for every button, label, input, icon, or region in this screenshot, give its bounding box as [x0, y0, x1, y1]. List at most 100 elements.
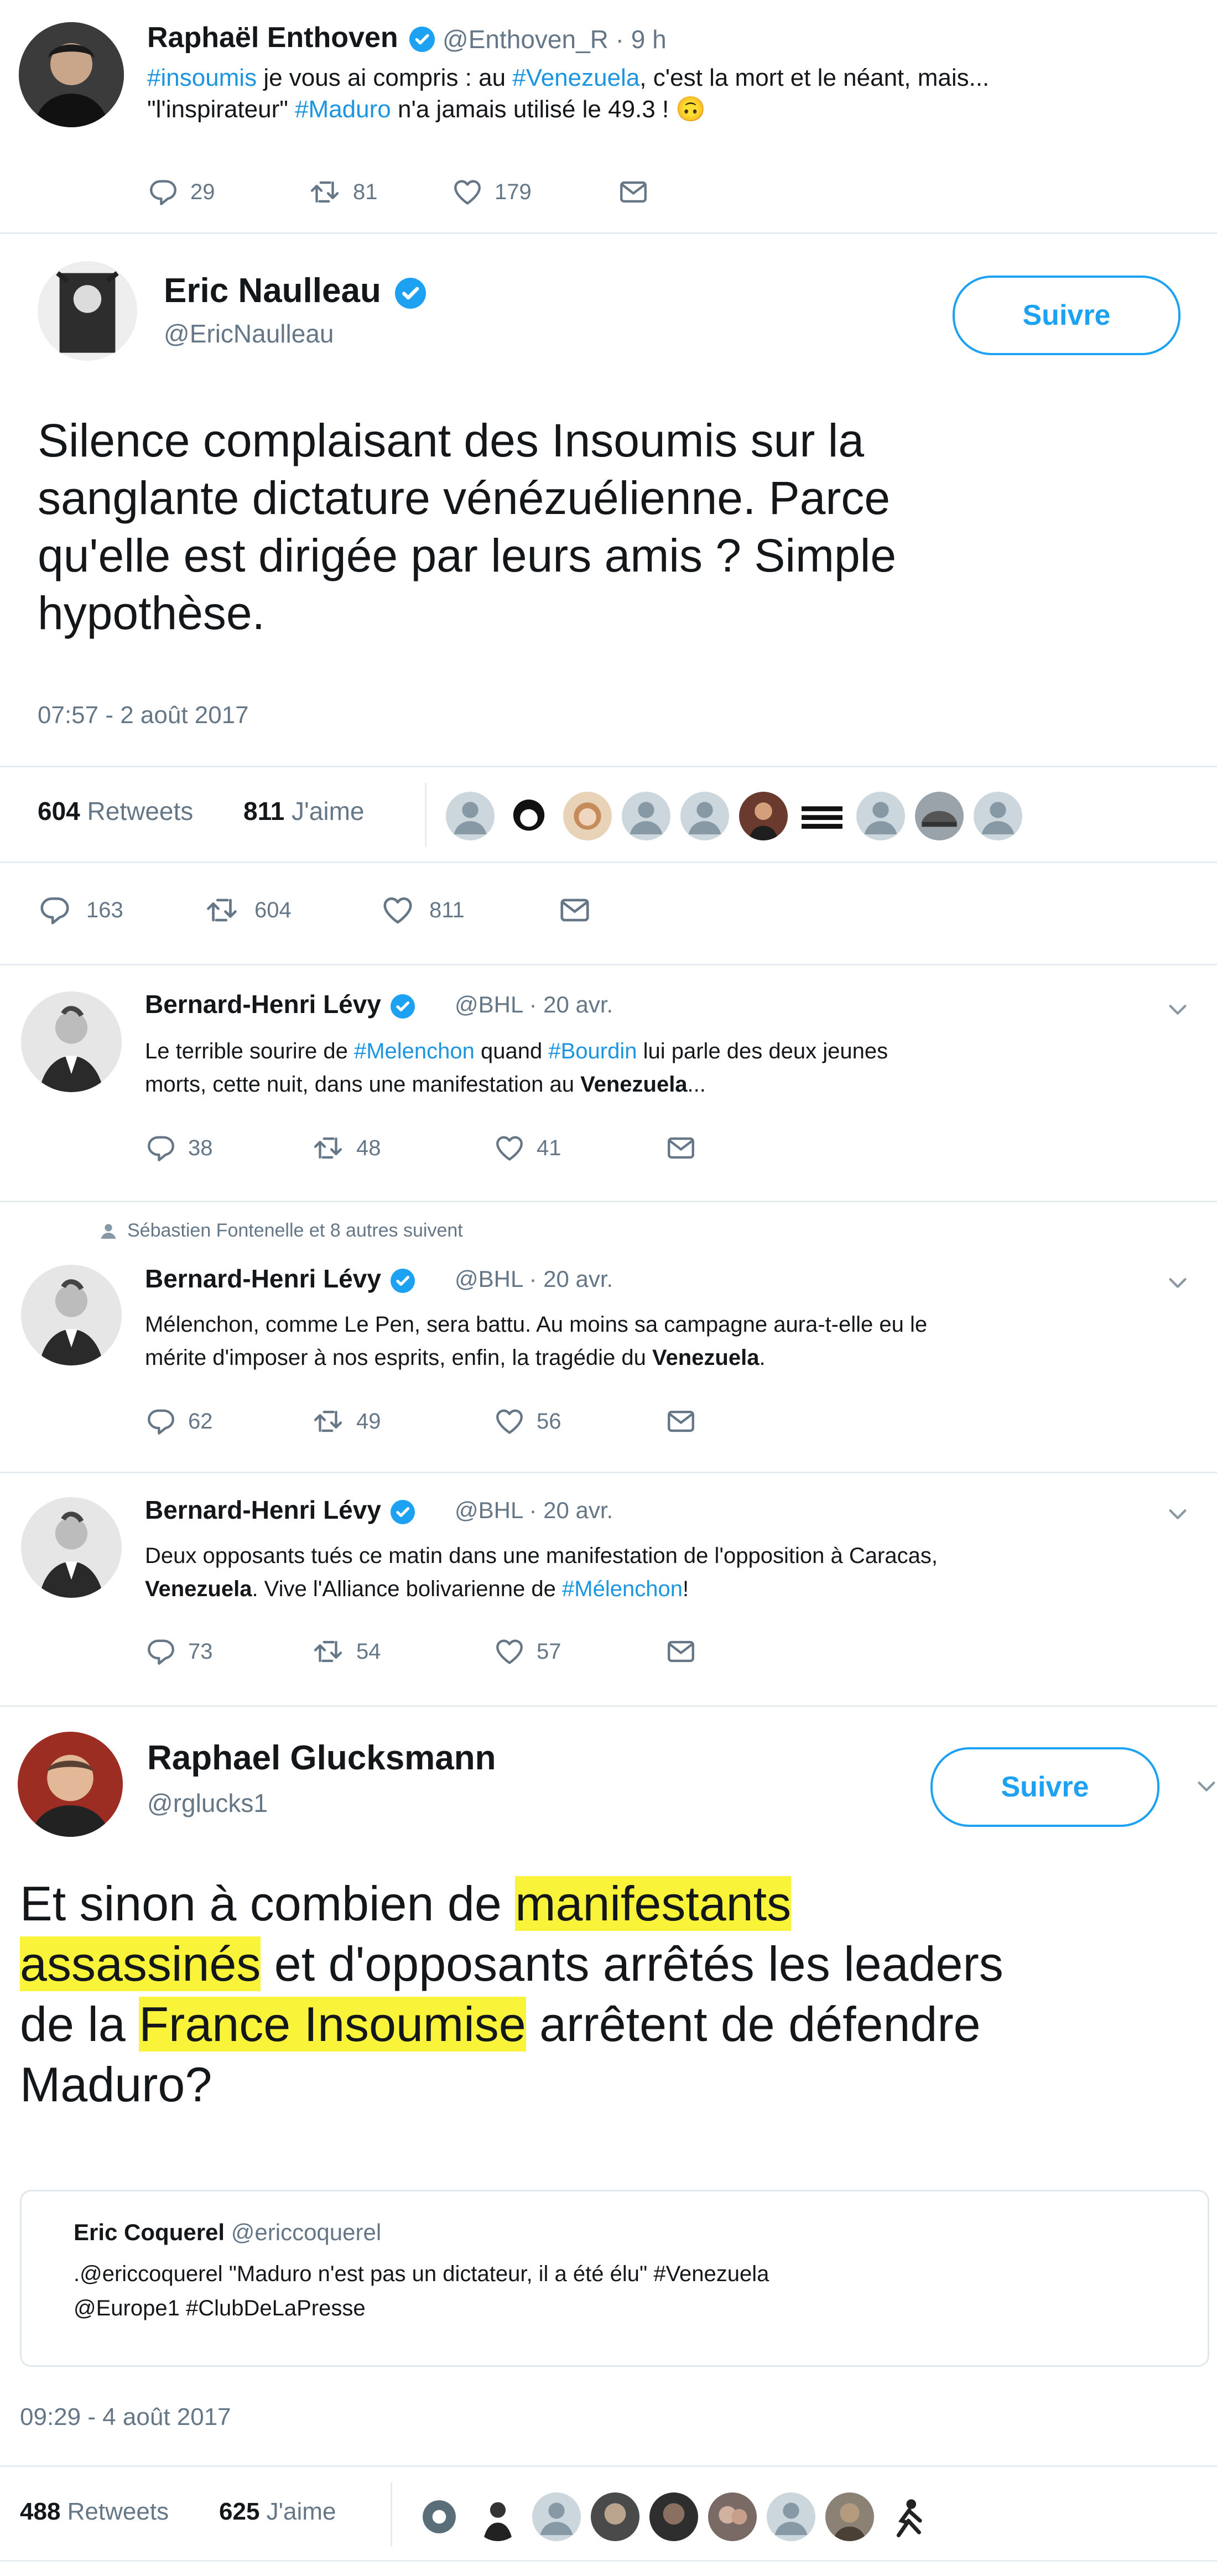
author-name[interactable]: Raphaël Enthoven [147, 21, 435, 54]
bold-keyword: Venezuela [652, 1346, 760, 1370]
chevron-down-icon[interactable] [1165, 997, 1190, 1022]
author-name[interactable]: Eric Naulleau [164, 271, 427, 310]
avatar[interactable] [21, 1265, 122, 1365]
reply-icon [145, 1132, 177, 1164]
retweet-label: Retweets [87, 797, 194, 825]
liker-avatar[interactable] [798, 792, 846, 840]
verified-badge-icon [390, 1268, 415, 1293]
dm-button[interactable] [558, 893, 592, 927]
liker-avatar[interactable] [591, 2492, 639, 2541]
tweet-time: · 9 h [615, 25, 667, 54]
like-stat[interactable]: 625 J'aime [219, 2498, 336, 2526]
tweet-text: Le terrible sourire de #Melenchon quand … [145, 1035, 1196, 1101]
reply-count: 62 [188, 1409, 213, 1434]
retweet-button[interactable]: 604 [204, 893, 381, 927]
liker-avatar[interactable] [767, 2492, 815, 2541]
liker-avatar[interactable] [622, 792, 670, 840]
author-name[interactable]: Bernard-Henri Lévy [145, 989, 415, 1019]
liker-avatar[interactable] [474, 2492, 522, 2541]
quoted-line: @Europe1 #ClubDeLaPresse [74, 2296, 366, 2320]
liker-avatar[interactable] [680, 792, 729, 840]
dm-button[interactable] [617, 176, 649, 208]
hashtag-link[interactable]: #Melenchon [354, 1039, 475, 1063]
tweet-actions: 163 604 811 [38, 893, 592, 927]
reply-button[interactable]: 62 [145, 1405, 311, 1437]
dm-button[interactable] [665, 1405, 697, 1437]
author-handle[interactable]: @EricNaulleau [164, 319, 334, 349]
hashtag-link[interactable]: #Bourdin [548, 1039, 637, 1063]
liker-avatar[interactable] [708, 2492, 757, 2541]
retweet-button[interactable]: 54 [311, 1635, 493, 1668]
author-name[interactable]: Bernard-Henri Lévy [145, 1264, 415, 1294]
liker-avatar[interactable] [505, 792, 553, 840]
liker-avatar[interactable] [825, 2492, 874, 2541]
handle-text: @BHL [455, 1497, 523, 1523]
chevron-down-icon[interactable] [1194, 1774, 1217, 1799]
avatar[interactable] [18, 1732, 123, 1837]
author-handle[interactable]: @BHL · 20 avr. [455, 991, 613, 1018]
like-button[interactable]: 179 [451, 176, 617, 208]
liker-avatar[interactable] [415, 2492, 464, 2541]
like-button[interactable]: 56 [493, 1405, 665, 1437]
liker-avatar[interactable] [915, 792, 964, 840]
author-name[interactable]: Raphael Glucksmann [147, 1738, 496, 1778]
retweet-count: 49 [356, 1409, 381, 1434]
dm-button[interactable] [665, 1132, 697, 1164]
dm-button[interactable] [665, 1635, 697, 1668]
quoted-tweet[interactable]: Eric Coquerel @ericcoquerel .@ericcoquer… [20, 2190, 1209, 2367]
chevron-down-icon[interactable] [1165, 1270, 1190, 1296]
like-button[interactable]: 811 [381, 893, 558, 927]
liker-avatar[interactable] [446, 792, 495, 840]
liker-avatar[interactable] [884, 2492, 933, 2541]
liker-avatar[interactable] [974, 792, 1022, 840]
hashtag-link[interactable]: #Mélenchon [562, 1577, 683, 1601]
retweet-button[interactable]: 48 [311, 1132, 493, 1164]
tweet-time: · 20 avr. [529, 1497, 613, 1523]
avatar[interactable] [38, 261, 137, 361]
retweet-button[interactable]: 49 [311, 1405, 493, 1437]
author-handle[interactable]: @Enthoven_R · 9 h [443, 24, 667, 54]
divider [0, 1201, 1217, 1202]
avatar[interactable] [21, 1497, 122, 1598]
text-span: . Vive l'Alliance bolivarienne de [252, 1577, 563, 1601]
retweet-button[interactable]: 81 [308, 176, 451, 208]
retweet-icon [311, 1132, 345, 1164]
tweet-line: Le terrible sourire de #Melenchon quand … [145, 1035, 1196, 1068]
retweet-stat[interactable]: 604 Retweets [38, 796, 193, 826]
tweet-timestamp[interactable]: 09:29 - 4 août 2017 [20, 2403, 231, 2431]
like-button[interactable]: 41 [493, 1132, 665, 1164]
like-stat[interactable]: 811 J'aime [243, 796, 365, 826]
retweet-stat[interactable]: 488 Retweets [20, 2498, 169, 2526]
like-button[interactable]: 57 [493, 1635, 665, 1668]
liker-avatar[interactable] [563, 792, 612, 840]
reply-button[interactable]: 163 [38, 893, 204, 927]
reply-button[interactable]: 73 [145, 1635, 311, 1668]
hashtag-link[interactable]: #insoumis [147, 64, 257, 91]
hashtag-link[interactable]: #Venezuela [512, 64, 639, 91]
avatar[interactable] [21, 991, 122, 1092]
reply-button[interactable]: 29 [147, 176, 308, 208]
divider [0, 1705, 1217, 1707]
author-handle[interactable]: @rglucks1 [147, 1788, 268, 1818]
hashtag-link[interactable]: #Maduro [295, 96, 391, 123]
liker-avatar[interactable] [649, 2492, 698, 2541]
author-name[interactable]: Bernard-Henri Lévy [145, 1495, 415, 1525]
liker-avatar[interactable] [739, 792, 788, 840]
follow-button[interactable]: Suivre [953, 276, 1180, 355]
reply-button[interactable]: 38 [145, 1132, 311, 1164]
avatar[interactable] [19, 22, 124, 127]
author-handle[interactable]: @BHL · 20 avr. [455, 1266, 613, 1292]
text-span: Le terrible sourire de [145, 1039, 354, 1063]
text-span: morts, cette nuit, dans une manifestatio… [145, 1072, 581, 1097]
handle-text: @Enthoven_R [443, 25, 608, 54]
liker-avatar[interactable] [532, 2492, 581, 2541]
like-count: 811 [429, 897, 465, 922]
chevron-down-icon[interactable] [1165, 1502, 1190, 1527]
author-name-text: Bernard-Henri Lévy [145, 1264, 381, 1293]
text-span: "l'inspirateur" [147, 96, 295, 123]
tweet-timestamp[interactable]: 07:57 - 2 août 2017 [38, 702, 249, 729]
author-handle[interactable]: @BHL · 20 avr. [455, 1497, 613, 1524]
liker-avatar[interactable] [856, 792, 905, 840]
follow-button[interactable]: Suivre [930, 1747, 1159, 1827]
engagement-stats: 604 Retweets 811 J'aime [0, 766, 1217, 863]
